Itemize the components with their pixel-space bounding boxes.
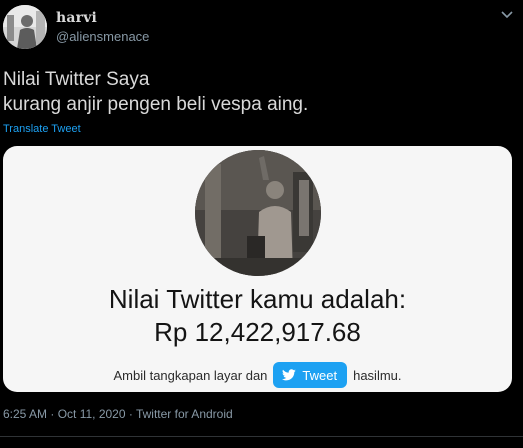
tweet-image-card[interactable]: Nilai Twitter kamu adalah: Rp 12,422,917… — [3, 146, 512, 392]
handle[interactable]: @aliensmenace — [56, 29, 149, 44]
cta-text-after: hasilmu. — [353, 367, 402, 383]
cta-row: Ambil tangkapan layar dan Tweet hasilmu. — [3, 362, 512, 388]
tweet-text-line-2: kurang anjir pengen beli vespa aing. — [3, 94, 309, 115]
avatar-image — [3, 5, 47, 49]
tweet-button: Tweet — [273, 362, 348, 388]
card-headline: Nilai Twitter kamu adalah: — [108, 284, 407, 314]
twitter-bird-icon — [282, 369, 297, 381]
twitter-value-amount: Rp 12,422,917.68 — [154, 317, 361, 347]
tweet-timestamp[interactable]: 6:25 AM · Oct 11, 2020 · Twitter for And… — [3, 407, 233, 421]
cta-text-before: Ambil tangkapan layar dan — [113, 367, 268, 383]
divider — [0, 436, 523, 437]
tweet-button-label: Tweet — [302, 367, 338, 383]
chevron-down-icon[interactable] — [497, 8, 517, 22]
profile-photo — [195, 150, 321, 276]
tweet-text-line-1: Nilai Twitter Saya — [3, 69, 150, 90]
translate-tweet-link[interactable]: Translate Tweet — [3, 123, 81, 135]
display-name[interactable]: harvi — [56, 10, 97, 26]
tweet-view: harvi @aliensmenace Nilai Twitter Saya k… — [0, 0, 523, 448]
tweet-text: Nilai Twitter Saya kurang anjir pengen b… — [3, 67, 513, 117]
avatar[interactable] — [3, 5, 47, 49]
